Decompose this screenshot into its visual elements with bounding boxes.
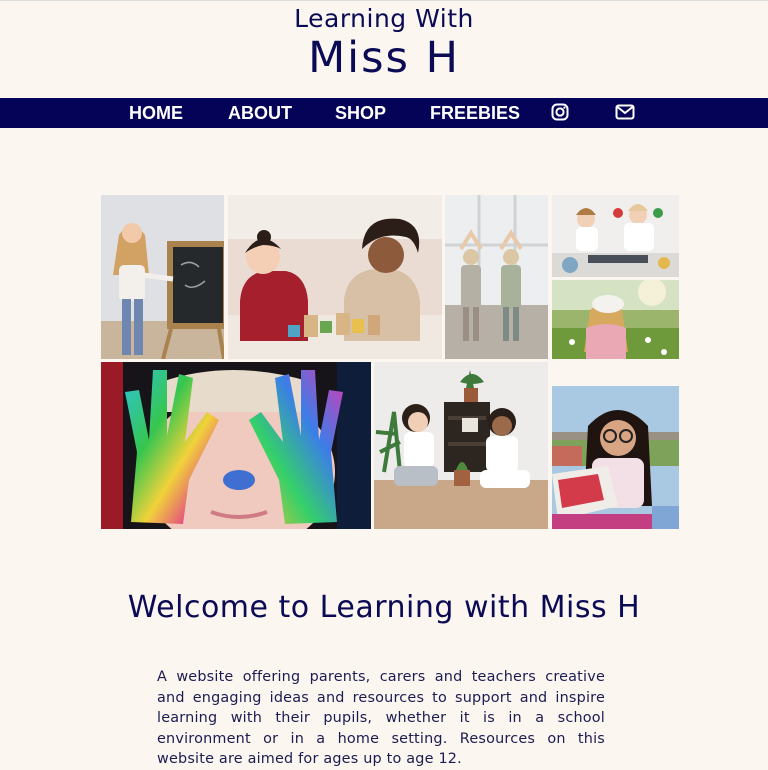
photo-children-painting	[552, 195, 679, 277]
top-border	[0, 0, 768, 1]
nav-shop[interactable]: SHOP	[335, 98, 386, 128]
nav-freebies[interactable]: FREEBIES	[430, 98, 520, 128]
site-logo[interactable]: Learning With Miss H	[0, 4, 768, 82]
nav-home[interactable]: HOME	[129, 98, 183, 128]
photo-girl-at-chalkboard	[101, 195, 224, 359]
photo-girl-reading	[552, 386, 679, 529]
welcome-heading: Welcome to Learning with Miss H	[127, 590, 641, 625]
main-navigation: HOME ABOUT SHOP FREEBIES	[0, 98, 768, 128]
instagram-icon[interactable]	[551, 103, 571, 123]
photo-children-with-plant	[374, 362, 548, 529]
photo-girl-in-field	[552, 280, 679, 359]
logo-line-2: Miss H	[308, 33, 460, 83]
nav-about[interactable]: ABOUT	[228, 98, 292, 128]
intro-paragraph: A website offering parents, carers and t…	[157, 669, 605, 767]
photo-collage	[101, 195, 679, 529]
photo-painted-hands	[101, 362, 371, 529]
logo-line-1: Learning With	[294, 4, 474, 33]
photo-children-with-blocks	[228, 195, 442, 359]
mail-icon[interactable]	[615, 103, 635, 123]
photo-girls-at-window	[445, 195, 548, 359]
